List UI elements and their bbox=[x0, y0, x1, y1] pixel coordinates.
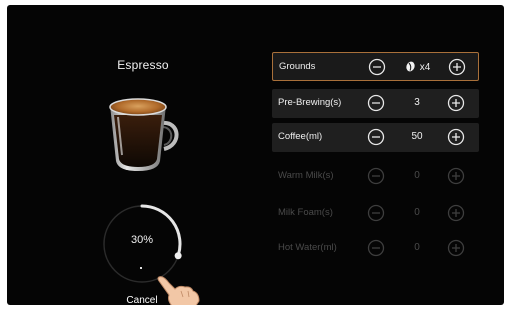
setting-row-hot-water-ml: Hot Water(ml) 0 bbox=[272, 234, 479, 263]
setting-label: Grounds bbox=[279, 61, 316, 72]
setting-value: x4 bbox=[397, 61, 439, 73]
plus-circle-icon bbox=[447, 239, 465, 257]
setting-value: 0 bbox=[414, 170, 420, 181]
minus-circle-icon bbox=[367, 204, 385, 222]
setting-row-pre-brewing-s: Pre-Brewing(s) 3 bbox=[272, 89, 479, 118]
minus-circle-icon bbox=[367, 167, 385, 185]
drink-title: Espresso bbox=[117, 58, 169, 72]
coffee-bean-icon bbox=[406, 61, 415, 72]
setting-label: Milk Foam(s) bbox=[278, 207, 333, 218]
setting-label: Coffee(ml) bbox=[278, 131, 323, 142]
setting-value: 0 bbox=[414, 242, 420, 253]
setting-value: 50 bbox=[411, 131, 423, 142]
setting-row-milk-foam-s: Milk Foam(s) 0 bbox=[272, 199, 479, 228]
plus-circle-icon[interactable] bbox=[447, 94, 465, 112]
plus-circle-icon[interactable] bbox=[447, 128, 465, 146]
plus-circle-icon[interactable] bbox=[448, 58, 466, 76]
plus-circle-icon bbox=[447, 204, 465, 222]
setting-value: 3 bbox=[414, 97, 420, 108]
setting-row-warm-milk-s: Warm Milk(s) 0 bbox=[272, 162, 479, 191]
setting-label: Pre-Brewing(s) bbox=[278, 97, 342, 108]
progress-center-dot bbox=[140, 267, 142, 269]
minus-circle-icon[interactable] bbox=[367, 94, 385, 112]
pointing-hand-icon bbox=[157, 276, 200, 305]
setting-value-text: x4 bbox=[419, 62, 431, 73]
minus-circle-icon[interactable] bbox=[368, 58, 386, 76]
setting-row-grounds: Grounds x4 bbox=[272, 52, 479, 81]
setting-row-coffee-ml: Coffee(ml) 50 bbox=[272, 123, 479, 152]
plus-circle-icon bbox=[447, 167, 465, 185]
progress-percent: 30% bbox=[130, 234, 154, 246]
setting-label: Hot Water(ml) bbox=[278, 242, 337, 253]
setting-value: 0 bbox=[414, 207, 420, 218]
minus-circle-icon[interactable] bbox=[367, 128, 385, 146]
machine-screen: Espresso 30% Cancel Grounds x4 Pre-Brewi… bbox=[7, 5, 504, 305]
progress-knob bbox=[174, 252, 182, 260]
progress-arc bbox=[140, 204, 182, 258]
setting-label: Warm Milk(s) bbox=[278, 170, 334, 181]
minus-circle-icon bbox=[367, 239, 385, 257]
espresso-cup-icon bbox=[109, 98, 179, 171]
